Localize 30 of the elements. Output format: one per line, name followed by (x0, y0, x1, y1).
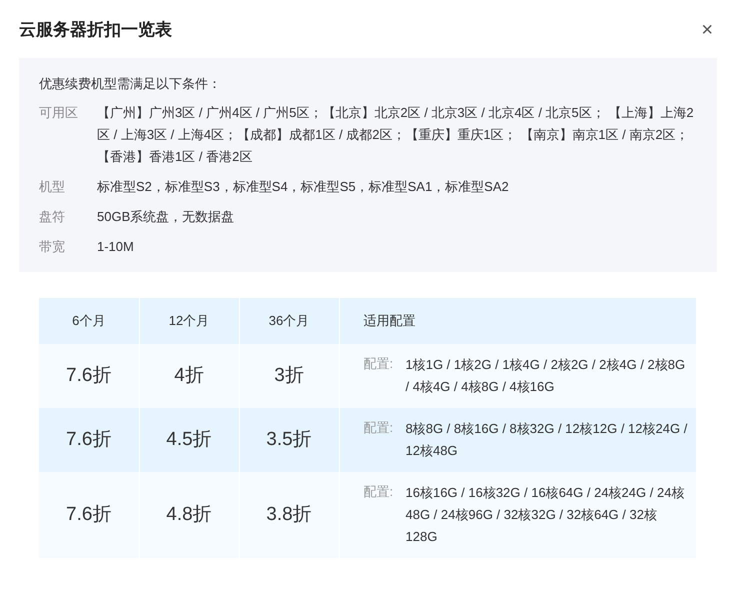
config-label: 配置: (364, 354, 394, 373)
table-cell: 4折 (139, 344, 239, 408)
column-header: 12个月 (139, 298, 239, 344)
table-cell: 7.6折 (39, 472, 139, 558)
table-cell: 4.8折 (139, 472, 239, 558)
config-list: 1核1G / 1核2G / 1核4G / 2核2G / 2核4G / 2核8G / 4核4G / 4核8G / 4核16G (406, 354, 688, 398)
dialog-title: 云服务器折扣一览表 (19, 20, 172, 40)
config-list: 16核16G / 16核32G / 16核64G / 24核24G / 24核48G / 24核96G / 32核32G / 32核64G / 32核128G (406, 482, 688, 548)
condition-label: 带宽 (39, 238, 66, 256)
condition-value: 【广州】广州3区 / 广州4区 / 广州5区；【北京】北京2区 / 北京3区 / 北京4区 / 北京5区； 【上海】上海2区 / 上海3区 / 上海4区；【成都】成都1区 / 成都2区；【重庆】重庆1区； 【南京】南京1区 / 南京2区；【香港】香港1区 / 香港2区 (97, 104, 695, 166)
condition-value: 标准型S2，标准型S3，标准型S4，标准型S5，标准型SA1，标准型SA2 (97, 178, 509, 196)
column-header: 36个月 (239, 298, 339, 344)
condition-value: 1-10M (97, 238, 134, 256)
condition-label: 机型 (39, 178, 66, 196)
table-cell: 7.6折 (39, 344, 139, 408)
table-cell: 4.5折 (139, 408, 239, 472)
conditions-heading: 优惠续费机型需满足以下条件： (39, 75, 222, 94)
table-cell: 7.6折 (39, 408, 139, 472)
close-button[interactable]: × (697, 20, 717, 40)
table-cell: 3.5折 (239, 408, 339, 472)
condition-label: 盘符 (39, 208, 66, 226)
table-cell: 3.8折 (239, 472, 339, 558)
column-header: 6个月 (39, 298, 139, 344)
condition-value: 50GB系统盘，无数据盘 (97, 208, 234, 226)
config-label: 配置: (364, 482, 394, 501)
column-header: 适用配置 (339, 298, 696, 344)
condition-label: 可用区 (39, 104, 79, 122)
config-label: 配置: (364, 418, 394, 437)
config-list: 8核8G / 8核16G / 8核32G / 12核12G / 12核24G / 12核48G (406, 418, 688, 462)
table-cell: 3折 (239, 344, 339, 408)
